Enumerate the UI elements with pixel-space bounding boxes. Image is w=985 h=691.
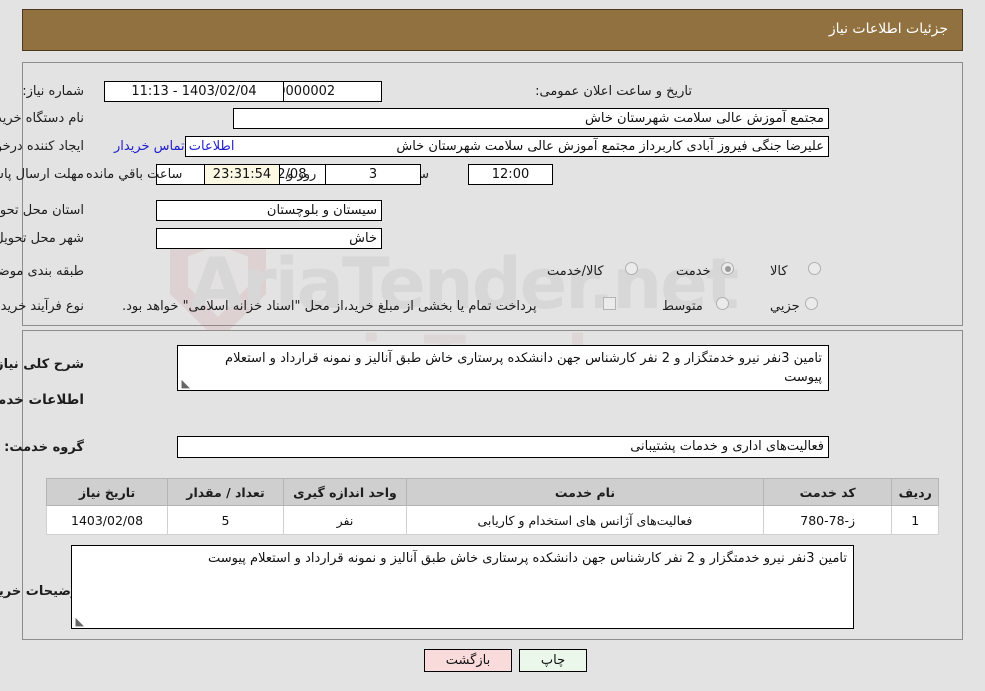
buyer-contact-link[interactable]: اطلاعات تماس خریدار bbox=[114, 139, 234, 154]
province-value: سیستان و بلوچستان bbox=[156, 200, 382, 221]
treasury-bonds-note: پرداخت تمام یا بخشی از مبلغ خرید،از محل … bbox=[122, 299, 537, 314]
cell-name: فعالیت‌های آژانس های استخدام و کاریابی bbox=[406, 505, 764, 535]
cell-need-date: 1403/02/08 bbox=[45, 505, 169, 535]
radio-category-kala-khedmat-label: کالا/خدمت bbox=[547, 264, 604, 279]
page-root: جزئیات اطلاعات نیاز AriaTender.net شماره… bbox=[0, 0, 985, 691]
radio-process-jozei[interactable] bbox=[805, 297, 818, 310]
buyer-notes-value[interactable]: تامین 3نفر نیرو خدمتگزار و 2 نفر کارشناس… bbox=[71, 545, 854, 629]
radio-process-jozei-label: جزیي bbox=[770, 299, 800, 314]
th-need-date: تاریخ نیاز bbox=[45, 478, 169, 506]
category-label: طبقه بندی موضوعی: bbox=[0, 264, 84, 279]
th-unit: واحد اندازه گیری bbox=[282, 478, 408, 506]
page-header-bar: جزئیات اطلاعات نیاز bbox=[22, 9, 963, 51]
print-button[interactable]: چاپ bbox=[519, 649, 587, 672]
radio-process-motevaset[interactable] bbox=[716, 297, 729, 310]
hour-value: 12:00 bbox=[468, 164, 553, 185]
days-remaining-value: 3 bbox=[325, 164, 421, 185]
radio-category-kala[interactable] bbox=[808, 262, 821, 275]
resize-grip-icon-2[interactable]: ◣ bbox=[74, 616, 84, 627]
buyer-org-label: نام دستگاه خریدار: bbox=[0, 111, 84, 126]
overall-description-text: تامین 3نفر نیرو خدمتگزار و 2 نفر کارشناس… bbox=[225, 351, 822, 385]
deadline-label: مهلت ارسال پاسخ: تا تاریخ: bbox=[0, 167, 84, 182]
resize-grip-icon[interactable]: ◣ bbox=[180, 378, 190, 389]
need-number-label: شماره نیاز: bbox=[22, 84, 84, 99]
radio-category-kala-khedmat[interactable] bbox=[625, 262, 638, 275]
page-title: جزئیات اطلاعات نیاز bbox=[828, 21, 948, 37]
service-group-value: فعالیت‌های اداری و خدمات پشتیبانی bbox=[177, 436, 829, 458]
cell-index: 1 bbox=[891, 505, 939, 535]
cell-quantity: 5 bbox=[167, 505, 284, 535]
city-value: خاش bbox=[156, 228, 382, 249]
th-quantity: تعداد / مقدار bbox=[167, 478, 284, 506]
table-header-row: ردیف کد خدمت نام خدمت واحد اندازه گیری ت… bbox=[45, 478, 939, 506]
public-announce-value: 1403/02/04 - 11:13 bbox=[104, 81, 284, 102]
cell-code: ز-78-780 bbox=[762, 505, 893, 535]
process-label: نوع فرآیند خرید : bbox=[0, 299, 84, 314]
services-heading: اطلاعات خدمات مورد نیاز bbox=[0, 392, 84, 408]
countdown-label: ساعت باقي مانده bbox=[86, 167, 183, 182]
table-row[interactable]: 1 ز-78-780 فعالیت‌های آژانس های استخدام … bbox=[45, 505, 939, 535]
creator-label: ایجاد کننده درخواست: bbox=[0, 139, 84, 154]
countdown-value: 23:31:54 bbox=[204, 164, 280, 185]
province-label: استان محل تحویل: bbox=[0, 203, 84, 218]
th-index: ردیف bbox=[891, 478, 939, 506]
treasury-bonds-checkbox[interactable] bbox=[603, 297, 616, 310]
radio-category-khedmat-label: خدمت bbox=[676, 264, 711, 279]
days-label: روز و bbox=[287, 167, 317, 182]
overall-description-value[interactable]: تامین 3نفر نیرو خدمتگزار و 2 نفر کارشناس… bbox=[177, 345, 829, 391]
public-announce-label: تاریخ و ساعت اعلان عمومی: bbox=[535, 84, 692, 99]
cell-unit: نفر bbox=[282, 505, 408, 535]
radio-category-khedmat[interactable] bbox=[721, 262, 734, 275]
overall-description-label: شرح کلی نیاز: bbox=[0, 357, 84, 372]
creator-value: علیرضا جنگی فیروز آبادی کاربرداز مجتمع آ… bbox=[185, 136, 829, 157]
services-table: ردیف کد خدمت نام خدمت واحد اندازه گیری ت… bbox=[45, 478, 939, 535]
service-group-label: گروه خدمت: bbox=[4, 440, 84, 455]
buyer-notes-text: تامین 3نفر نیرو خدمتگزار و 2 نفر کارشناس… bbox=[208, 551, 847, 566]
city-label: شهر محل تحویل: bbox=[0, 231, 84, 246]
back-button[interactable]: بازگشت bbox=[424, 649, 512, 672]
radio-category-kala-label: کالا bbox=[770, 264, 788, 279]
buyer-org-value: مجتمع آموزش عالی سلامت شهرستان خاش bbox=[233, 108, 829, 129]
th-name: نام خدمت bbox=[406, 478, 764, 506]
radio-process-motevaset-label: متوسط bbox=[662, 299, 703, 314]
th-code: کد خدمت bbox=[762, 478, 893, 506]
